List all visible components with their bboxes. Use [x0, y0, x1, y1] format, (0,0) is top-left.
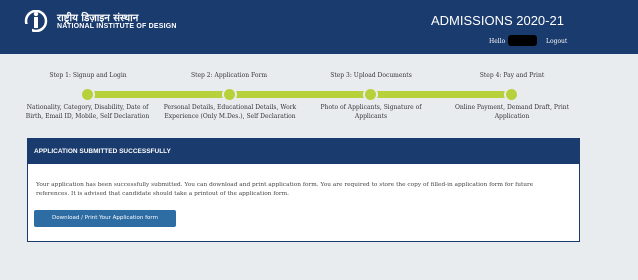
step-1-marker	[80, 87, 95, 102]
download-print-button[interactable]: Download / Print Your Application form	[34, 210, 176, 227]
redacted-username	[508, 35, 537, 46]
brand-name-hindi: राष्ट्रीय डिज़ाइन संस्थान	[57, 13, 139, 24]
step-4-marker	[504, 87, 519, 102]
nid-logo-icon	[24, 10, 48, 32]
step-3-marker	[363, 87, 378, 102]
step-4-title: Step 4: Pay and Print	[479, 72, 545, 79]
step-1-title: Step 1: Signup and Login	[49, 72, 127, 79]
admissions-title: ADMISSIONS 2020-21	[431, 13, 564, 28]
step-3-description: Photo of Applicants, Signature of Applic…	[320, 104, 422, 120]
step-2-title: Step 2: Application Form	[190, 72, 268, 79]
site-header: राष्ट्रीय डिज़ाइन संस्थान NATIONAL INSTI…	[0, 0, 638, 54]
step-4-description: Online Payment, Demand Draft, Print Appl…	[454, 104, 570, 120]
progress-track	[89, 91, 510, 98]
submission-panel: APPLICATION SUBMITTED SUCCESSFULLY Your …	[27, 138, 580, 242]
panel-heading: APPLICATION SUBMITTED SUCCESSFULLY	[28, 139, 579, 164]
step-3-title: Step 3: Upload Documents	[330, 72, 412, 79]
submission-message: Your application has been successfully s…	[36, 182, 534, 197]
hello-label: Hello	[489, 38, 506, 45]
step-2-description: Personal Details, Educational Details, W…	[163, 104, 297, 120]
step-1-description: Nationality, Category, Disability, Date …	[25, 104, 150, 120]
logout-link[interactable]: Logout	[546, 38, 567, 45]
brand-name-english: NATIONAL INSTITUTE OF DESIGN	[57, 23, 177, 30]
step-2-marker	[222, 87, 237, 102]
